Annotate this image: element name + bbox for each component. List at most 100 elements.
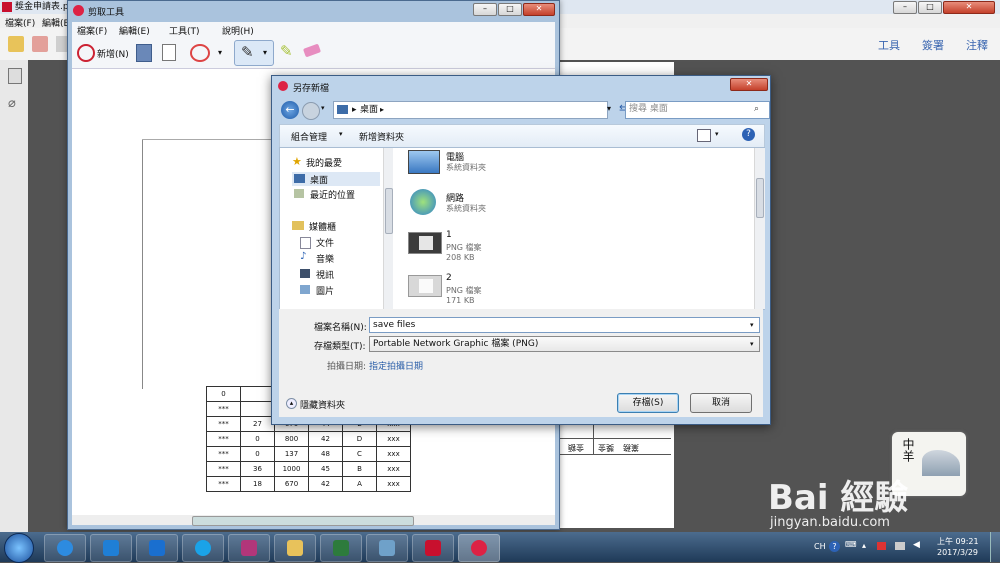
show-desktop-button[interactable] bbox=[990, 532, 1000, 562]
help-icon[interactable]: ? bbox=[742, 128, 755, 141]
list-item[interactable]: 電腦 系統資料夾 bbox=[408, 148, 608, 182]
nav-item-desktop[interactable]: 桌面 bbox=[292, 172, 380, 186]
hide-folders-chevron-icon[interactable]: ▴ bbox=[286, 398, 297, 409]
baidu-watermark: Bai 經驗 jingyan.baidu.com bbox=[762, 470, 962, 530]
language-indicator[interactable]: CH bbox=[814, 542, 826, 551]
network-tray-icon[interactable] bbox=[895, 542, 905, 550]
acrobat-maximize-button[interactable]: □ bbox=[918, 1, 942, 14]
table-cell: 27 bbox=[240, 416, 275, 432]
eraser-icon[interactable] bbox=[302, 43, 322, 58]
nav-item-documents[interactable]: 文件 bbox=[298, 236, 388, 249]
snip-minimize-button[interactable]: – bbox=[473, 3, 497, 16]
cancel-button[interactable]: 取消 bbox=[690, 393, 752, 413]
taskbar-teamviewer[interactable] bbox=[136, 534, 178, 562]
volume-icon[interactable]: ◀ bbox=[913, 540, 920, 550]
taskbar-skype[interactable] bbox=[182, 534, 224, 562]
table-cell: 42 bbox=[308, 431, 343, 447]
taskbar-ie[interactable] bbox=[44, 534, 86, 562]
taskbar-qq[interactable] bbox=[90, 534, 132, 562]
music-icon: ♪ bbox=[300, 251, 307, 262]
acrobat-tools-link[interactable]: 工具 bbox=[878, 37, 900, 53]
new-snip-label: 新增(N) bbox=[97, 50, 129, 60]
save-button[interactable]: 存檔(S) bbox=[617, 393, 679, 413]
file-list-scrollbar[interactable] bbox=[754, 148, 765, 309]
snip-maximize-button[interactable]: □ bbox=[498, 3, 522, 16]
pen-tool-button[interactable]: ✎ ▾ bbox=[234, 40, 274, 66]
help-tray-icon[interactable]: ? bbox=[829, 541, 840, 552]
flag-icon[interactable] bbox=[877, 542, 886, 550]
organize-button[interactable]: 組合管理 bbox=[291, 130, 327, 143]
filename-input[interactable]: save files ▾ bbox=[369, 317, 760, 333]
nav-item-recent[interactable]: 最近的位置 bbox=[292, 188, 388, 201]
copy-icon[interactable] bbox=[162, 44, 176, 61]
save-snip-icon[interactable] bbox=[136, 44, 152, 62]
show-hidden-icons-icon[interactable]: ▴ bbox=[862, 541, 866, 550]
pages-panel-icon[interactable] bbox=[8, 68, 22, 84]
list-item[interactable]: 2 PNG 檔案 171 KB bbox=[408, 271, 608, 309]
send-dropdown-icon[interactable]: ▾ bbox=[218, 48, 222, 57]
attachment-icon[interactable]: ⌀ bbox=[8, 96, 16, 111]
acrobat-sign-link[interactable]: 簽署 bbox=[922, 37, 944, 53]
dialog-app-icon bbox=[278, 81, 288, 91]
taskbar-explorer[interactable] bbox=[274, 534, 316, 562]
acrobat-comment-link[interactable]: 注釋 bbox=[966, 37, 988, 53]
recent-pages-icon[interactable]: ▾ bbox=[321, 104, 325, 112]
nav-item-libraries[interactable]: 媒體櫃 bbox=[292, 220, 388, 233]
address-dropdown-icon[interactable]: ▾ bbox=[607, 104, 611, 113]
nav-scroll-thumb[interactable] bbox=[385, 188, 393, 234]
snip-horizontal-scrollbar[interactable] bbox=[72, 515, 555, 526]
nav-label: 圖片 bbox=[316, 287, 335, 297]
filename-dropdown-icon[interactable]: ▾ bbox=[750, 318, 754, 332]
highlighter-icon[interactable]: ✎ bbox=[280, 42, 293, 60]
acrobat-minimize-button[interactable]: – bbox=[893, 1, 917, 14]
acrobat-left-panel: ⌀ bbox=[0, 60, 29, 532]
nav-scrollbar[interactable] bbox=[383, 148, 393, 309]
breadcrumb-arrow-icon[interactable]: ▸ bbox=[380, 103, 384, 117]
snip-scroll-thumb[interactable] bbox=[192, 516, 414, 526]
view-options-icon[interactable] bbox=[697, 129, 711, 142]
new-snip-icon bbox=[77, 44, 95, 62]
breadcrumb-arrow-icon[interactable]: ▸ bbox=[352, 103, 357, 117]
hide-folders-button[interactable]: 隱藏資料夾 bbox=[300, 398, 345, 411]
back-icon[interactable]: ← bbox=[281, 101, 299, 119]
list-item[interactable]: 1 PNG 檔案 208 KB bbox=[408, 228, 608, 266]
taskbar-acrobat[interactable] bbox=[412, 534, 454, 562]
send-snip-icon[interactable] bbox=[190, 44, 210, 62]
list-item[interactable]: 網路 系統資料夾 bbox=[408, 189, 608, 223]
clock-time[interactable]: 上午 09:21 bbox=[937, 536, 979, 547]
table-cell: 45 bbox=[308, 461, 343, 477]
pen-icon: ✎ bbox=[241, 43, 254, 61]
nav-item-favorites[interactable]: ★ 我的最愛 bbox=[292, 155, 388, 169]
create-pdf-icon[interactable] bbox=[8, 36, 24, 52]
acrobat-close-button[interactable]: ✕ bbox=[943, 1, 995, 14]
open-file-icon[interactable] bbox=[32, 36, 48, 52]
new-snip-button[interactable]: 新增(N) bbox=[75, 42, 129, 62]
taskbar-app[interactable] bbox=[366, 534, 408, 562]
ime-icon[interactable]: ⌨ bbox=[845, 540, 857, 549]
start-button-icon[interactable] bbox=[4, 533, 34, 563]
forward-icon[interactable] bbox=[302, 102, 320, 120]
filetype-select[interactable]: Portable Network Graphic 檔案 (PNG) ▾ bbox=[369, 336, 760, 352]
clock-date[interactable]: 2017/3/29 bbox=[937, 548, 978, 557]
table-row: *** 0 137 48 Cxxx bbox=[206, 446, 411, 462]
nav-item-pictures[interactable]: 圖片 bbox=[298, 284, 388, 297]
taskbar-onenote[interactable] bbox=[228, 534, 270, 562]
search-icon[interactable]: ⌕ bbox=[754, 102, 759, 116]
date-taken-link[interactable]: 指定拍攝日期 bbox=[369, 359, 423, 372]
view-dropdown-icon[interactable]: ▾ bbox=[715, 130, 719, 138]
table-cell: 18 bbox=[240, 476, 275, 492]
nav-item-music[interactable]: ♪ 音樂 bbox=[298, 251, 388, 265]
breadcrumb-desktop[interactable]: 桌面 bbox=[360, 103, 378, 117]
table-cell: 48 bbox=[308, 446, 343, 462]
snip-close-button[interactable]: ✕ bbox=[523, 3, 555, 16]
nav-item-video[interactable]: 視訊 bbox=[298, 268, 388, 281]
snip-toolbar: 新增(N) ▾ ✎ ▾ ✎ bbox=[72, 36, 555, 69]
address-bar[interactable]: ▸ 桌面 ▸ bbox=[333, 101, 608, 119]
file-list-scroll-thumb[interactable] bbox=[756, 178, 764, 218]
dialog-close-button[interactable]: ✕ bbox=[730, 78, 768, 91]
taskbar-excel[interactable] bbox=[320, 534, 362, 562]
taskbar-snipping-tool[interactable] bbox=[458, 534, 500, 562]
new-folder-button[interactable]: 新增資料夾 bbox=[359, 130, 404, 143]
organize-dropdown-icon[interactable]: ▾ bbox=[339, 130, 343, 138]
search-input[interactable]: 搜尋 桌面 ⌕ bbox=[625, 101, 770, 119]
